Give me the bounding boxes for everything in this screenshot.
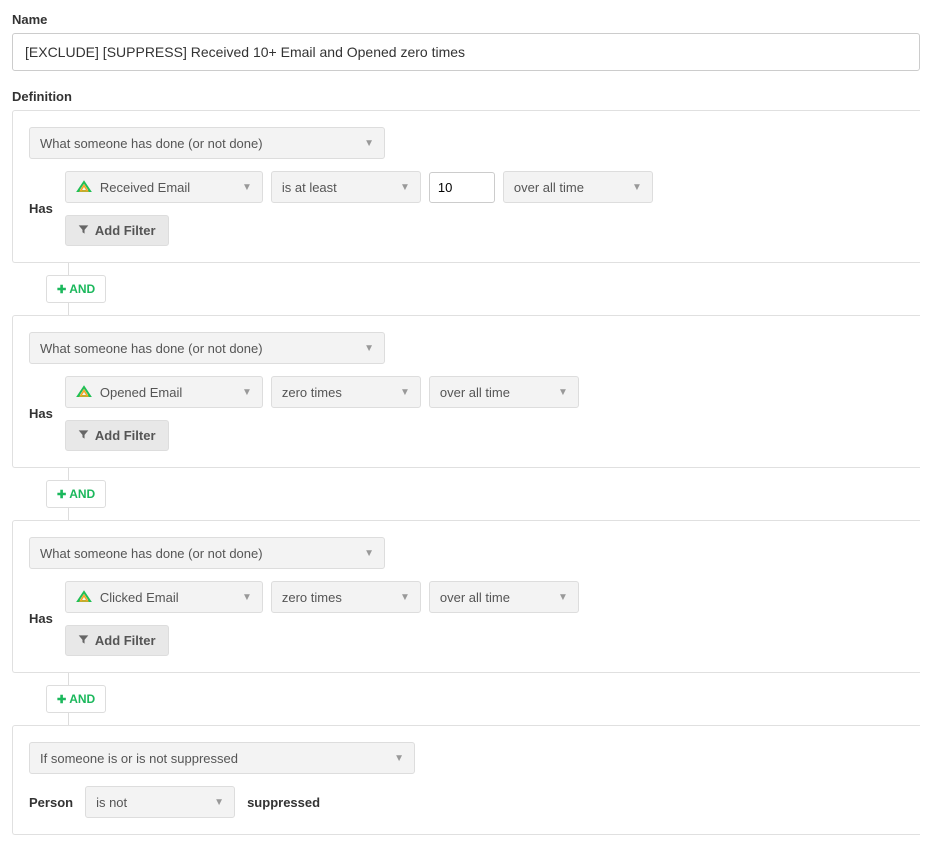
operator-text: zero times — [282, 590, 342, 605]
condition-block-2: What someone has done (or not done) ▼ Ha… — [12, 315, 920, 468]
and-connector: ✚ AND — [46, 263, 920, 315]
condition-type-select[interactable]: What someone has done (or not done) ▼ — [29, 537, 385, 569]
condition-type-select[interactable]: If someone is or is not suppressed ▼ — [29, 742, 415, 774]
filter-icon — [78, 224, 89, 238]
add-filter-button[interactable]: Add Filter — [65, 420, 169, 451]
event-select[interactable]: Received Email ▼ — [65, 171, 263, 203]
condition-type-text: What someone has done (or not done) — [40, 341, 263, 356]
event-select[interactable]: Clicked Email ▼ — [65, 581, 263, 613]
time-text: over all time — [440, 385, 510, 400]
and-button[interactable]: ✚ AND — [46, 480, 106, 508]
add-filter-label: Add Filter — [95, 223, 156, 238]
has-label: Has — [29, 611, 53, 626]
condition-block-3: What someone has done (or not done) ▼ Ha… — [12, 520, 920, 673]
filter-icon — [78, 634, 89, 648]
klaviyo-icon — [76, 179, 92, 195]
and-label: AND — [69, 692, 95, 706]
caret-down-icon: ▼ — [558, 592, 568, 603]
caret-down-icon: ▼ — [632, 182, 642, 193]
caret-down-icon: ▼ — [242, 387, 252, 398]
time-select[interactable]: over all time ▼ — [429, 376, 579, 408]
operator-select[interactable]: is at least ▼ — [271, 171, 421, 203]
klaviyo-icon — [76, 384, 92, 400]
condition-type-select[interactable]: What someone has done (or not done) ▼ — [29, 332, 385, 364]
event-text: Opened Email — [100, 385, 182, 400]
condition-type-text: What someone has done (or not done) — [40, 136, 263, 151]
suppress-op-select[interactable]: is not ▼ — [85, 786, 235, 818]
plus-icon: ✚ — [57, 488, 66, 501]
filter-icon — [78, 429, 89, 443]
caret-down-icon: ▼ — [242, 592, 252, 603]
event-text: Clicked Email — [100, 590, 179, 605]
name-label: Name — [12, 12, 920, 27]
condition-block-1: What someone has done (or not done) ▼ Ha… — [12, 110, 920, 263]
klaviyo-icon — [76, 589, 92, 605]
caret-down-icon: ▼ — [364, 138, 374, 149]
and-label: AND — [69, 282, 95, 296]
caret-down-icon: ▼ — [214, 797, 224, 808]
suppress-op-text: is not — [96, 795, 127, 810]
caret-down-icon: ▼ — [394, 753, 404, 764]
event-text: Received Email — [100, 180, 190, 195]
time-text: over all time — [440, 590, 510, 605]
add-filter-label: Add Filter — [95, 428, 156, 443]
count-input[interactable] — [429, 172, 495, 203]
time-select[interactable]: over all time ▼ — [503, 171, 653, 203]
event-select[interactable]: Opened Email ▼ — [65, 376, 263, 408]
plus-icon: ✚ — [57, 283, 66, 296]
caret-down-icon: ▼ — [400, 592, 410, 603]
caret-down-icon: ▼ — [400, 182, 410, 193]
time-select[interactable]: over all time ▼ — [429, 581, 579, 613]
operator-text: is at least — [282, 180, 337, 195]
has-label: Has — [29, 201, 53, 216]
caret-down-icon: ▼ — [558, 387, 568, 398]
add-filter-label: Add Filter — [95, 633, 156, 648]
condition-type-text: What someone has done (or not done) — [40, 546, 263, 561]
condition-block-4: If someone is or is not suppressed ▼ Per… — [12, 725, 920, 835]
and-button[interactable]: ✚ AND — [46, 275, 106, 303]
and-label: AND — [69, 487, 95, 501]
and-connector: ✚ AND — [46, 673, 920, 725]
operator-select[interactable]: zero times ▼ — [271, 376, 421, 408]
condition-type-text: If someone is or is not suppressed — [40, 751, 238, 766]
caret-down-icon: ▼ — [364, 548, 374, 559]
operator-text: zero times — [282, 385, 342, 400]
add-filter-button[interactable]: Add Filter — [65, 625, 169, 656]
caret-down-icon: ▼ — [400, 387, 410, 398]
segment-name-input[interactable] — [12, 33, 920, 71]
plus-icon: ✚ — [57, 693, 66, 706]
add-filter-button[interactable]: Add Filter — [65, 215, 169, 246]
suppressed-text: suppressed — [247, 795, 320, 810]
caret-down-icon: ▼ — [364, 343, 374, 354]
caret-down-icon: ▼ — [242, 182, 252, 193]
and-button[interactable]: ✚ AND — [46, 685, 106, 713]
definition-label: Definition — [12, 89, 920, 104]
time-text: over all time — [514, 180, 584, 195]
operator-select[interactable]: zero times ▼ — [271, 581, 421, 613]
condition-type-select[interactable]: What someone has done (or not done) ▼ — [29, 127, 385, 159]
has-label: Has — [29, 406, 53, 421]
person-label: Person — [29, 795, 73, 810]
and-connector: ✚ AND — [46, 468, 920, 520]
